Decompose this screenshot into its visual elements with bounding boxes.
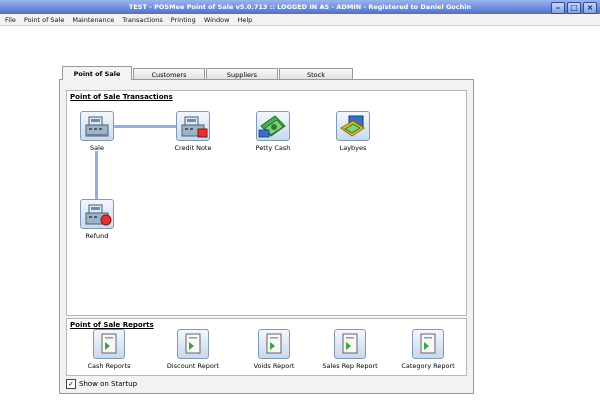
voids-report-label: Voids Report [253, 362, 295, 370]
petty-cash-item[interactable]: Petty Cash [243, 111, 303, 152]
credit-note-label: Credit Note [174, 144, 212, 152]
cash-reports-label: Cash Reports [87, 362, 131, 370]
menu-window[interactable]: Window [204, 16, 230, 24]
laybyes-item[interactable]: Laybyes [323, 111, 383, 152]
point-of-sale-panel: Point of Sale Transactions Sale Credit N… [59, 79, 474, 394]
report-icon [177, 329, 209, 359]
menu-file[interactable]: File [5, 16, 16, 24]
report-icon [258, 329, 290, 359]
cash-reports-item[interactable]: Cash Reports [79, 329, 139, 370]
category-report-item[interactable]: Category Report [391, 329, 465, 370]
petty-cash-label: Petty Cash [255, 144, 291, 152]
sale-label: Sale [90, 144, 104, 152]
petty-cash-icon [256, 111, 290, 141]
sales-rep-report-item[interactable]: Sales Rep Report [313, 329, 387, 370]
cash-register-credit-icon [176, 111, 210, 141]
minimize-button[interactable]: – [551, 2, 565, 14]
credit-note-item[interactable]: Credit Note [163, 111, 223, 152]
discount-report-item[interactable]: Discount Report [159, 329, 227, 370]
report-icon [334, 329, 366, 359]
cash-register-icon [80, 111, 114, 141]
discount-report-label: Discount Report [166, 362, 220, 370]
laybye-icon [336, 111, 370, 141]
maximize-button[interactable]: □ [567, 2, 581, 14]
show-on-startup-checkbox[interactable]: ✓ [66, 379, 76, 389]
title-bar: TEST - POSMee Point of Sale v5.0.713 :: … [0, 0, 600, 14]
reports-title: Point of Sale Reports [70, 321, 154, 329]
menu-transactions[interactable]: Transactions [122, 16, 163, 24]
sales-rep-report-label: Sales Rep Report [322, 362, 378, 370]
voids-report-item[interactable]: Voids Report [243, 329, 305, 370]
close-button[interactable]: × [583, 2, 597, 14]
window-title: TEST - POSMee Point of Sale v5.0.713 :: … [128, 3, 472, 11]
report-icon [412, 329, 444, 359]
report-icon [93, 329, 125, 359]
menu-printing[interactable]: Printing [171, 16, 196, 24]
transactions-title: Point of Sale Transactions [70, 93, 173, 101]
laybyes-label: Laybyes [339, 144, 367, 152]
tab-point-of-sale[interactable]: Point of Sale [62, 66, 132, 80]
cash-register-refund-icon [80, 199, 114, 229]
refund-label: Refund [85, 232, 109, 240]
category-report-label: Category Report [401, 362, 455, 370]
menu-help[interactable]: Help [237, 16, 252, 24]
show-on-startup-label: Show on Startup [79, 380, 138, 388]
menu-maintenance[interactable]: Maintenance [72, 16, 114, 24]
show-on-startup[interactable]: ✓ Show on Startup [66, 379, 137, 389]
window-controls: – □ × [551, 2, 597, 14]
refund-item[interactable]: Refund [67, 199, 127, 240]
reports-section: Point of Sale Reports Cash Reports Disco… [66, 318, 467, 376]
menu-bar: File Point of Sale Maintenance Transacti… [0, 14, 600, 26]
menu-point-of-sale[interactable]: Point of Sale [24, 16, 64, 24]
sale-item[interactable]: Sale [67, 111, 127, 152]
tab-bar: Point of Sale Customers Suppliers Stock [62, 66, 354, 80]
transactions-section: Point of Sale Transactions Sale Credit N… [66, 90, 467, 316]
sale-refund-connector [95, 151, 98, 203]
